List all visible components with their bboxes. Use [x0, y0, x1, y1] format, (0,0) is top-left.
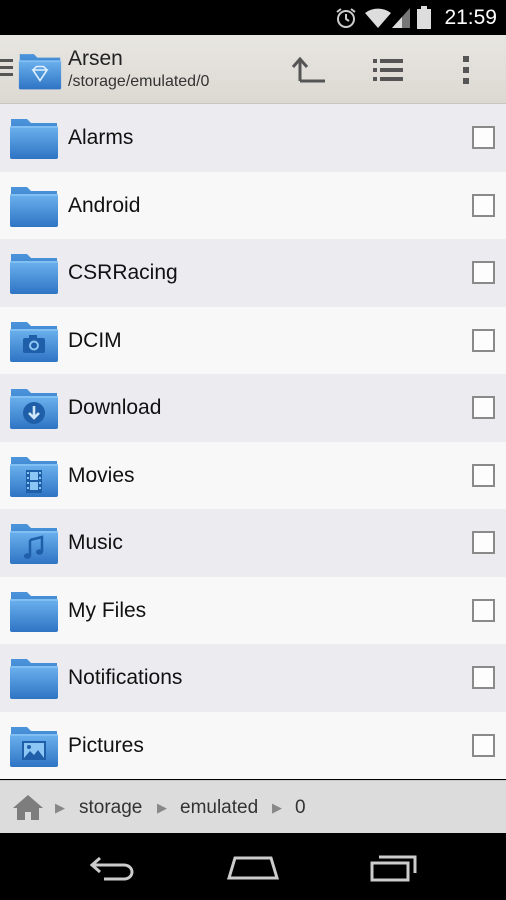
breadcrumb-item[interactable]: emulated: [180, 781, 258, 834]
select-checkbox[interactable]: [472, 463, 495, 487]
clock: 21:59: [444, 6, 497, 29]
list-item[interactable]: My Files: [0, 576, 506, 644]
folder-icon: [9, 248, 59, 301]
overflow-menu-button[interactable]: [435, 35, 497, 104]
download-folder-icon: [9, 383, 59, 436]
breadcrumb-item[interactable]: storage: [79, 781, 142, 834]
file-name: Movies: [68, 463, 135, 487]
home-icon: [226, 856, 280, 879]
back-button[interactable]: [63, 833, 163, 900]
list-item[interactable]: Pictures: [0, 711, 506, 779]
file-name: Notifications: [68, 666, 183, 689]
select-checkbox[interactable]: [472, 126, 495, 149]
file-name: Android: [68, 193, 141, 217]
list-item[interactable]: Movies: [0, 441, 506, 509]
file-name: DCIM: [68, 328, 122, 352]
select-checkbox[interactable]: [472, 328, 495, 352]
action-bar: Arsen /storage/emulated/0: [0, 35, 506, 104]
recent-apps-icon: [370, 855, 417, 881]
back-icon: [89, 856, 134, 880]
breadcrumb-separator-icon: ▶: [157, 800, 167, 815]
drawer-menu-icon[interactable]: [0, 57, 14, 84]
list-item[interactable]: Notifications: [0, 644, 506, 712]
wifi-icon: [364, 6, 392, 35]
file-name: Download: [68, 396, 162, 419]
select-checkbox[interactable]: [472, 193, 495, 217]
recent-apps-button[interactable]: [344, 833, 444, 900]
list-item[interactable]: CSRRacing: [0, 239, 506, 307]
breadcrumb-separator-icon: ▶: [272, 800, 282, 815]
app-title: Arsen: [68, 47, 123, 70]
file-name: CSRRacing: [68, 261, 178, 284]
signal-icon: [390, 6, 412, 35]
file-name: My Files: [68, 598, 147, 622]
storage-folder-icon[interactable]: [18, 48, 62, 97]
battery-icon: [416, 6, 432, 35]
list-item[interactable]: Music: [0, 509, 506, 577]
select-checkbox[interactable]: [472, 598, 495, 622]
list-view-icon: [373, 58, 403, 81]
status-bar: 21:59: [0, 0, 506, 35]
select-checkbox[interactable]: [472, 666, 495, 689]
file-name: Pictures: [68, 733, 144, 757]
list-item[interactable]: DCIM: [0, 306, 506, 374]
list-item[interactable]: Download: [0, 374, 506, 442]
music-folder-icon: [9, 518, 59, 571]
overflow-menu-icon: [463, 55, 469, 84]
list-view-button[interactable]: [357, 35, 419, 104]
movies-folder-icon: [9, 451, 59, 504]
breadcrumb: ▶ storage ▶ emulated ▶ 0: [0, 780, 506, 833]
home-button[interactable]: [203, 833, 303, 900]
pictures-folder-icon: [9, 721, 59, 774]
file-name: Alarms: [68, 126, 134, 149]
up-directory-button[interactable]: [278, 35, 340, 104]
file-list[interactable]: Alarms Android CSRRacing DCIM Download M…: [0, 104, 506, 780]
up-directory-icon: [291, 56, 325, 82]
folder-icon: [9, 113, 59, 166]
navigation-bar: [0, 833, 506, 900]
select-checkbox[interactable]: [472, 261, 495, 284]
current-path: /storage/emulated/0: [68, 73, 210, 90]
select-checkbox[interactable]: [472, 733, 495, 757]
alarm-icon: [334, 6, 358, 35]
breadcrumb-item[interactable]: 0: [295, 781, 306, 834]
camera-folder-icon: [9, 316, 59, 369]
file-name: Music: [68, 531, 123, 554]
folder-icon: [9, 586, 59, 639]
list-item[interactable]: Alarms: [0, 104, 506, 172]
home-icon[interactable]: [12, 793, 44, 826]
select-checkbox[interactable]: [472, 396, 495, 419]
select-checkbox[interactable]: [472, 531, 495, 554]
folder-icon: [9, 653, 59, 706]
folder-icon: [9, 181, 59, 234]
breadcrumb-separator-icon: ▶: [55, 800, 65, 815]
list-item[interactable]: Android: [0, 171, 506, 239]
